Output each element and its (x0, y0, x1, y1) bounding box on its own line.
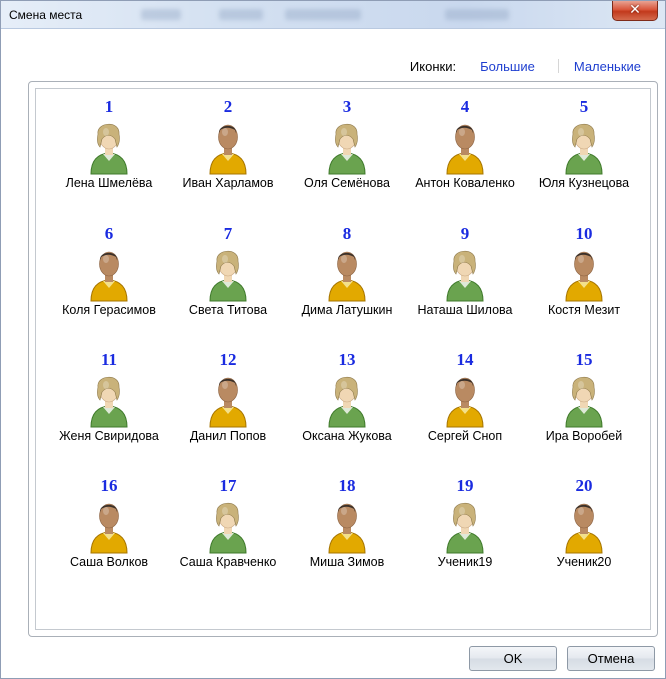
student-male-icon (209, 377, 247, 428)
seat-item[interactable]: 14 Сергей Сноп (406, 351, 524, 444)
student-name: Оля Семёнова (304, 176, 390, 190)
student-name: Женя Свиридова (59, 429, 159, 443)
seat-number: 8 (342, 224, 352, 243)
blurred-title-region (285, 9, 361, 20)
student-male-icon (209, 124, 247, 175)
ok-button[interactable]: OK (469, 646, 557, 671)
student-name: Саша Волков (69, 555, 149, 569)
seat-item[interactable]: 5 Юля Кузнецова (525, 98, 643, 191)
seat-number: 15 (575, 350, 593, 369)
seat-number: 3 (342, 97, 352, 116)
student-name: Антон Коваленко (415, 176, 515, 190)
student-name: Коля Герасимов (62, 303, 156, 317)
close-icon: ✕ (629, 2, 641, 18)
seat-item[interactable]: 2 Иван Харламов (169, 98, 287, 191)
student-female-icon (446, 250, 484, 302)
icon-size-label: Иконки: (409, 58, 457, 74)
blurred-title-region (141, 9, 181, 20)
student-name: Сергей Сноп (427, 429, 503, 443)
student-female-icon (90, 376, 128, 428)
student-male-icon (446, 124, 484, 175)
student-female-icon (209, 502, 247, 554)
student-female-icon (446, 502, 484, 554)
student-male-icon (446, 377, 484, 428)
student-name: Костя Мезит (547, 303, 621, 317)
seat-number: 18 (338, 476, 356, 495)
student-female-icon (565, 376, 603, 428)
close-button[interactable]: ✕ (612, 1, 658, 21)
student-female-icon (565, 123, 603, 175)
seat-number: 5 (579, 97, 589, 116)
seat-number: 7 (223, 224, 233, 243)
student-name: Ира Воробей (545, 429, 623, 443)
student-female-icon (209, 250, 247, 302)
student-female-icon (90, 123, 128, 175)
seat-number: 9 (460, 224, 470, 243)
student-female-icon (328, 123, 366, 175)
small-icons-link[interactable]: Маленькие (574, 59, 641, 74)
seat-item[interactable]: 15 Ира Воробей (525, 351, 643, 444)
seats-panel: 1 Лена Шмелёва 2 Иван Харламов 3 Оля Семён… (28, 81, 658, 637)
seat-item[interactable]: 9 Наташа Шилова (406, 225, 524, 318)
seat-number: 14 (456, 350, 474, 369)
student-male-icon (565, 251, 603, 302)
seat-item[interactable]: 20 Ученик20 (525, 477, 643, 570)
seat-number: 16 (100, 476, 118, 495)
student-name: Дима Латушкин (301, 303, 393, 317)
seat-number: 4 (460, 97, 470, 116)
window-title: Смена места (9, 8, 83, 22)
student-name: Наташа Шилова (417, 303, 513, 317)
student-name: Данил Попов (189, 429, 267, 443)
icon-size-switcher: Иконки: Большие Маленькие (410, 57, 641, 75)
seat-item[interactable]: 16 Саша Волков (50, 477, 168, 570)
seat-number: 10 (575, 224, 593, 243)
student-female-icon (328, 376, 366, 428)
cancel-button[interactable]: Отмена (567, 646, 655, 671)
student-male-icon (328, 251, 366, 302)
seat-item[interactable]: 7 Света Титова (169, 225, 287, 318)
student-name: Ученик19 (437, 555, 493, 569)
seat-number: 6 (104, 224, 114, 243)
seat-item[interactable]: 12 Данил Попов (169, 351, 287, 444)
divider (557, 59, 559, 73)
student-name: Саша Кравченко (179, 555, 277, 569)
seat-number: 12 (219, 350, 237, 369)
student-name: Иван Харламов (182, 176, 274, 190)
seat-item[interactable]: 13 Оксана Жукова (288, 351, 406, 444)
seat-item[interactable]: 3 Оля Семёнова (288, 98, 406, 191)
seat-change-dialog: Смена места ✕ Иконки: Большие Маленькие … (0, 0, 666, 679)
large-icons-link[interactable]: Большие (480, 59, 535, 74)
seat-item[interactable]: 17 Саша Кравченко (169, 477, 287, 570)
seat-item[interactable]: 4 Антон Коваленко (406, 98, 524, 191)
seat-item[interactable]: 18 Миша Зимов (288, 477, 406, 570)
seat-number: 17 (219, 476, 237, 495)
student-name: Света Титова (188, 303, 268, 317)
seats-grid: 1 Лена Шмелёва 2 Иван Харламов 3 Оля Семён… (35, 88, 651, 630)
blurred-title-region (445, 9, 509, 20)
title-bar: Смена места ✕ (1, 1, 665, 29)
seat-number: 2 (223, 97, 233, 116)
seat-number: 19 (456, 476, 474, 495)
student-name: Лена Шмелёва (65, 176, 153, 190)
student-name: Оксана Жукова (302, 429, 392, 443)
student-male-icon (328, 503, 366, 554)
student-male-icon (90, 251, 128, 302)
seat-item[interactable]: 10 Костя Мезит (525, 225, 643, 318)
seat-item[interactable]: 6 Коля Герасимов (50, 225, 168, 318)
blurred-title-region (219, 9, 263, 20)
seat-number: 11 (100, 350, 118, 369)
seat-item[interactable]: 8 Дима Латушкин (288, 225, 406, 318)
student-male-icon (565, 503, 603, 554)
seat-number: 20 (575, 476, 593, 495)
seat-number: 1 (104, 97, 114, 116)
seat-number: 13 (338, 350, 356, 369)
student-name: Ученик20 (556, 555, 612, 569)
seat-item[interactable]: 1 Лена Шмелёва (50, 98, 168, 191)
student-name: Миша Зимов (309, 555, 385, 569)
seat-item[interactable]: 11 Женя Свиридова (50, 351, 168, 444)
student-name: Юля Кузнецова (538, 176, 630, 190)
seat-item[interactable]: 19 Ученик19 (406, 477, 524, 570)
student-male-icon (90, 503, 128, 554)
